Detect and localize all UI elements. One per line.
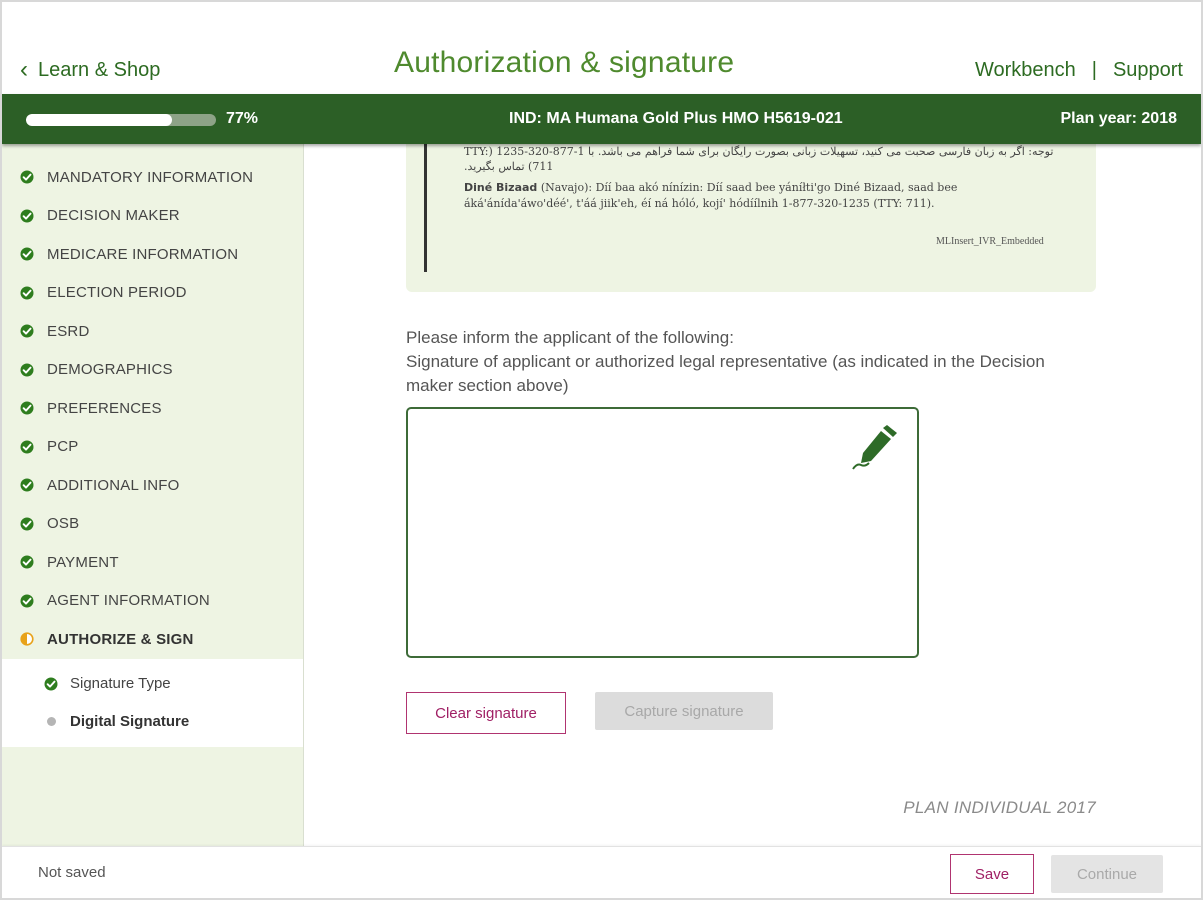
section-nav: MANDATORY INFORMATION DECISION MAKER MEDIC… bbox=[2, 144, 303, 659]
subnav-item-label: Signature Type bbox=[70, 675, 171, 692]
support-link[interactable]: Support bbox=[1113, 59, 1183, 82]
link-separator: | bbox=[1091, 59, 1097, 81]
progress-percent: 77% bbox=[226, 110, 259, 127]
half-circle-icon bbox=[20, 632, 34, 646]
subnav-item-digital-signature[interactable]: Digital Signature bbox=[2, 703, 303, 741]
sidebar-item-label: MEDICARE INFORMATION bbox=[47, 245, 239, 263]
sidebar: MANDATORY INFORMATION DECISION MAKER MEDIC… bbox=[2, 144, 304, 846]
check-circle-icon bbox=[20, 440, 34, 454]
navajo-language-tag: (Navajo): bbox=[540, 181, 593, 194]
sidebar-item-label: PCP bbox=[47, 438, 79, 456]
sidebar-item-preferences[interactable]: PREFERENCES bbox=[2, 389, 303, 428]
subnav-item-label: Digital Signature bbox=[70, 713, 190, 730]
sidebar-item-esrd[interactable]: ESRD bbox=[2, 312, 303, 351]
plan-name: IND: MA Humana Gold Plus HMO H5619-021 bbox=[509, 110, 843, 127]
subsection-nav: Signature Type Digital Signature bbox=[2, 658, 303, 747]
sidebar-item-election-period[interactable]: ELECTION PERIOD bbox=[2, 274, 303, 313]
sidebar-item-label: ADDITIONAL INFO bbox=[47, 476, 180, 494]
farsi-notice: توجه: اگر به زبان فارسی صحبت می کنید، تس… bbox=[464, 145, 1054, 173]
instruction-line-2: Signature of applicant or authorized leg… bbox=[406, 352, 1045, 395]
sidebar-item-medicare-information[interactable]: MEDICARE INFORMATION bbox=[2, 235, 303, 274]
workbench-link[interactable]: Workbench bbox=[975, 59, 1076, 82]
notice-reference-code: MLInsert_IVR_Embedded bbox=[936, 236, 1044, 247]
sidebar-item-mandatory-information[interactable]: MANDATORY INFORMATION bbox=[2, 158, 303, 197]
dot-icon bbox=[44, 715, 58, 729]
sidebar-item-label: DECISION MAKER bbox=[47, 207, 180, 225]
sidebar-item-additional-info[interactable]: ADDITIONAL INFO bbox=[2, 466, 303, 505]
sidebar-item-agent-information[interactable]: AGENT INFORMATION bbox=[2, 582, 303, 621]
plan-footer-label: PLAN INDIVIDUAL 2017 bbox=[903, 798, 1096, 817]
sidebar-item-label: PREFERENCES bbox=[47, 399, 162, 417]
sidebar-item-label: AGENT INFORMATION bbox=[47, 592, 210, 610]
navajo-language-name: Diné Bizaad bbox=[464, 181, 538, 194]
chevron-left-icon: ‹ bbox=[20, 56, 28, 83]
plan-year: Plan year: 2018 bbox=[1060, 110, 1177, 127]
clear-signature-button[interactable]: Clear signature bbox=[406, 692, 566, 734]
signature-pad[interactable] bbox=[406, 407, 919, 658]
instruction-line-1: Please inform the applicant of the follo… bbox=[406, 328, 734, 347]
main-content: توجه: اگر به زبان فارسی صحبت می کنید، تس… bbox=[320, 144, 1184, 846]
save-button[interactable]: Save bbox=[950, 854, 1034, 894]
bottom-bar: Not saved Save Continue bbox=[2, 846, 1201, 898]
sidebar-item-label: AUTHORIZE & SIGN bbox=[47, 630, 194, 648]
sidebar-item-label: PAYMENT bbox=[47, 553, 119, 571]
sidebar-item-label: OSB bbox=[47, 515, 80, 533]
check-circle-icon bbox=[20, 170, 34, 184]
navajo-notice: Diné Bizaad (Navajo): Díí baa akó nínízi… bbox=[464, 180, 1004, 212]
continue-button[interactable]: Continue bbox=[1051, 855, 1163, 893]
pen-icon bbox=[852, 425, 897, 470]
back-link-label: Learn & Shop bbox=[38, 58, 161, 81]
sidebar-item-decision-maker[interactable]: DECISION MAKER bbox=[2, 197, 303, 236]
check-circle-icon bbox=[20, 594, 34, 608]
signature-instructions: Please inform the applicant of the follo… bbox=[406, 326, 1086, 398]
sidebar-item-osb[interactable]: OSB bbox=[2, 505, 303, 544]
check-circle-icon bbox=[20, 555, 34, 569]
sidebar-item-pcp[interactable]: PCP bbox=[2, 428, 303, 467]
sidebar-item-authorize-sign[interactable]: AUTHORIZE & SIGN bbox=[2, 620, 303, 659]
progress-band: 77% IND: MA Humana Gold Plus HMO H5619-0… bbox=[2, 94, 1201, 144]
check-circle-icon bbox=[20, 478, 34, 492]
notice-divider bbox=[424, 144, 427, 272]
sidebar-item-label: ELECTION PERIOD bbox=[47, 284, 187, 302]
check-circle-icon bbox=[44, 677, 58, 691]
sidebar-item-label: DEMOGRAPHICS bbox=[47, 361, 173, 379]
check-circle-icon bbox=[20, 209, 34, 223]
progress-bar bbox=[26, 114, 216, 126]
subnav-item-signature-type[interactable]: Signature Type bbox=[2, 665, 303, 703]
sidebar-item-payment[interactable]: PAYMENT bbox=[2, 543, 303, 582]
back-to-learn-shop-link[interactable]: ‹ Learn & Shop bbox=[20, 58, 160, 82]
capture-signature-button[interactable]: Capture signature bbox=[595, 692, 773, 730]
language-notice-panel: توجه: اگر به زبان فارسی صحبت می کنید، تس… bbox=[406, 144, 1096, 292]
check-circle-icon bbox=[20, 363, 34, 377]
check-circle-icon bbox=[20, 324, 34, 338]
app-window: ‹ Learn & Shop Authorization & signature… bbox=[0, 0, 1203, 900]
check-circle-icon bbox=[20, 247, 34, 261]
check-circle-icon bbox=[20, 286, 34, 300]
check-circle-icon bbox=[20, 401, 34, 415]
navajo-notice-text: Díí baa akó nínízin: Díí saad bee yáníłt… bbox=[464, 181, 958, 210]
top-header: ‹ Learn & Shop Authorization & signature… bbox=[2, 2, 1201, 94]
top-links: Workbench | Support bbox=[975, 59, 1183, 82]
progress-bar-fill bbox=[26, 114, 173, 126]
sidebar-item-label: MANDATORY INFORMATION bbox=[47, 168, 254, 186]
save-status: Not saved bbox=[38, 864, 106, 881]
page-title: Authorization & signature bbox=[394, 46, 735, 79]
sidebar-item-demographics[interactable]: DEMOGRAPHICS bbox=[2, 351, 303, 390]
check-circle-icon bbox=[20, 517, 34, 531]
sidebar-item-label: ESRD bbox=[47, 322, 90, 340]
